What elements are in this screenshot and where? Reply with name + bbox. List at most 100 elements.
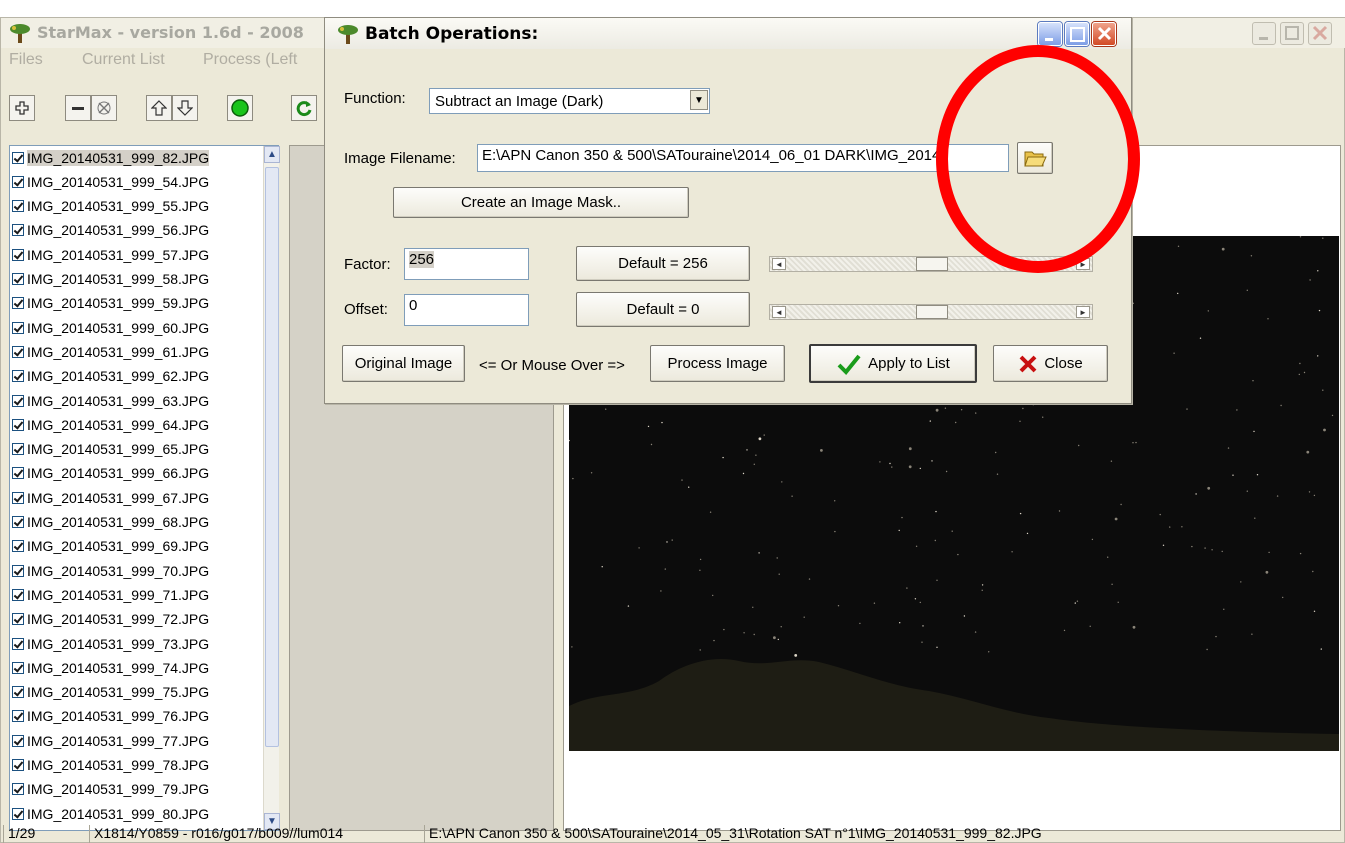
list-item[interactable]: IMG_20140531_999_79.JPG xyxy=(12,780,209,799)
minimize-button[interactable] xyxy=(1252,22,1276,45)
checkbox-checked[interactable] xyxy=(12,224,24,237)
list-item[interactable]: IMG_20140531_999_58.JPG xyxy=(12,270,209,289)
factor-field[interactable]: 256 xyxy=(404,248,529,280)
star-dot xyxy=(1317,270,1319,272)
list-item[interactable]: IMG_20140531_999_62.JPG xyxy=(12,367,209,386)
menu-files[interactable]: Files xyxy=(9,51,43,69)
offset-slider-thumb[interactable] xyxy=(916,305,948,319)
offset-slider-left[interactable]: ◄ xyxy=(772,306,786,318)
scroll-thumb[interactable] xyxy=(265,167,279,747)
checkbox-checked[interactable] xyxy=(12,175,24,188)
list-item[interactable]: IMG_20140531_999_64.JPG xyxy=(12,415,209,434)
apply-to-list-button[interactable]: Apply to List xyxy=(809,344,977,383)
list-item[interactable]: IMG_20140531_999_60.JPG xyxy=(12,318,209,337)
list-item[interactable]: IMG_20140531_999_65.JPG xyxy=(12,440,209,459)
offset-default-button[interactable]: Default = 0 xyxy=(576,292,750,327)
list-item[interactable]: IMG_20140531_999_59.JPG xyxy=(12,294,209,313)
offset-slider[interactable]: ◄ ► xyxy=(769,304,1093,320)
checkbox-checked[interactable] xyxy=(12,734,24,747)
factor-default-button[interactable]: Default = 256 xyxy=(576,246,750,281)
checkbox-checked[interactable] xyxy=(12,783,24,796)
star-dot xyxy=(936,646,938,648)
original-image-button[interactable]: Original Image xyxy=(342,345,465,382)
close-window-button[interactable] xyxy=(1308,22,1332,45)
list-item[interactable]: IMG_20140531_999_82.JPG xyxy=(12,148,210,167)
checkbox-checked[interactable] xyxy=(12,637,24,650)
file-list[interactable]: IMG_20140531_999_82.JPG IMG_20140531_999_… xyxy=(9,145,280,831)
checkbox-checked[interactable] xyxy=(12,807,24,820)
process-image-button[interactable]: Process Image xyxy=(650,345,785,382)
checkbox-checked[interactable] xyxy=(12,491,24,504)
checkbox-checked[interactable] xyxy=(12,345,24,358)
vertical-scrollbar[interactable]: ▲ ▼ xyxy=(263,146,280,830)
clear-list-button[interactable] xyxy=(91,95,117,121)
list-item[interactable]: IMG_20140531_999_77.JPG xyxy=(12,731,209,750)
checkbox-checked[interactable] xyxy=(12,467,24,480)
checkbox-checked[interactable] xyxy=(12,443,24,456)
list-item[interactable]: IMG_20140531_999_72.JPG xyxy=(12,610,209,629)
list-item[interactable]: IMG_20140531_999_76.JPG xyxy=(12,707,209,726)
checkbox-checked[interactable] xyxy=(12,564,24,577)
dialog-maximize-button[interactable] xyxy=(1065,22,1089,46)
refresh-button[interactable] xyxy=(291,95,317,121)
list-item[interactable]: IMG_20140531_999_69.JPG xyxy=(12,537,209,556)
list-item[interactable]: IMG_20140531_999_73.JPG xyxy=(12,634,209,653)
checkbox-checked[interactable] xyxy=(12,248,24,261)
close-button[interactable]: Close xyxy=(993,345,1108,382)
move-down-button[interactable] xyxy=(172,95,198,121)
checkbox-checked[interactable] xyxy=(12,394,24,407)
checkbox-checked[interactable] xyxy=(12,273,24,285)
list-item[interactable]: IMG_20140531_999_78.JPG xyxy=(12,756,209,775)
list-item[interactable]: IMG_20140531_999_66.JPG xyxy=(12,464,209,483)
list-item[interactable]: IMG_20140531_999_56.JPG xyxy=(12,221,209,240)
start-button[interactable] xyxy=(227,95,253,121)
menu-process[interactable]: Process (Left xyxy=(203,51,297,69)
scroll-up-button[interactable]: ▲ xyxy=(264,146,280,163)
checkbox-checked[interactable] xyxy=(12,151,24,164)
offset-field[interactable]: 0 xyxy=(404,294,529,326)
checkbox-checked[interactable] xyxy=(12,516,24,528)
list-item[interactable]: IMG_20140531_999_61.JPG xyxy=(12,342,209,361)
checkbox-checked[interactable] xyxy=(12,759,24,771)
checkbox-checked[interactable] xyxy=(12,297,24,310)
factor-slider-left[interactable]: ◄ xyxy=(772,258,786,270)
list-item[interactable]: IMG_20140531_999_57.JPG xyxy=(12,245,209,264)
remove-button[interactable] xyxy=(65,95,91,121)
add-button[interactable] xyxy=(9,95,35,121)
list-item[interactable]: IMG_20140531_999_63.JPG xyxy=(12,391,209,410)
checkbox-checked[interactable] xyxy=(12,200,24,213)
list-item[interactable]: IMG_20140531_999_70.JPG xyxy=(12,561,209,580)
list-item[interactable]: IMG_20140531_999_71.JPG xyxy=(12,585,209,604)
star-dot xyxy=(753,633,755,636)
list-item[interactable]: IMG_20140531_999_80.JPG xyxy=(12,804,209,823)
create-image-mask-button[interactable]: Create an Image Mask.. xyxy=(393,187,689,218)
factor-slider-thumb[interactable] xyxy=(916,257,948,271)
dialog-close-button[interactable] xyxy=(1092,22,1116,46)
list-item[interactable]: IMG_20140531_999_55.JPG xyxy=(12,197,209,216)
function-select[interactable]: Subtract an Image (Dark) ▼ xyxy=(429,88,710,114)
function-select-toggle[interactable]: ▼ xyxy=(690,90,708,110)
star-dot xyxy=(1236,409,1238,411)
star-dot xyxy=(1309,279,1311,281)
checkbox-checked[interactable] xyxy=(12,540,24,553)
move-up-button[interactable] xyxy=(146,95,172,121)
checkbox-checked[interactable] xyxy=(12,710,24,723)
checkbox-checked[interactable] xyxy=(12,613,24,626)
dialog-minimize-button[interactable] xyxy=(1038,22,1062,46)
offset-slider-right[interactable]: ► xyxy=(1076,306,1090,318)
checkbox-checked[interactable] xyxy=(12,686,24,699)
checkbox-checked[interactable] xyxy=(12,321,24,334)
image-filename-field[interactable]: E:\APN Canon 350 & 500\SATouraine\2014_0… xyxy=(477,144,1009,172)
list-item[interactable]: IMG_20140531_999_74.JPG xyxy=(12,658,209,677)
list-item[interactable]: IMG_20140531_999_75.JPG xyxy=(12,683,209,702)
list-item[interactable]: IMG_20140531_999_67.JPG xyxy=(12,488,209,507)
star-dot xyxy=(995,451,997,454)
checkbox-checked[interactable] xyxy=(12,370,24,383)
checkbox-checked[interactable] xyxy=(12,588,24,601)
list-item[interactable]: IMG_20140531_999_54.JPG xyxy=(12,172,209,191)
checkbox-checked[interactable] xyxy=(12,418,24,431)
menu-current-list[interactable]: Current List xyxy=(82,51,165,69)
maximize-button[interactable] xyxy=(1280,22,1304,45)
checkbox-checked[interactable] xyxy=(12,661,24,674)
list-item[interactable]: IMG_20140531_999_68.JPG xyxy=(12,513,209,532)
